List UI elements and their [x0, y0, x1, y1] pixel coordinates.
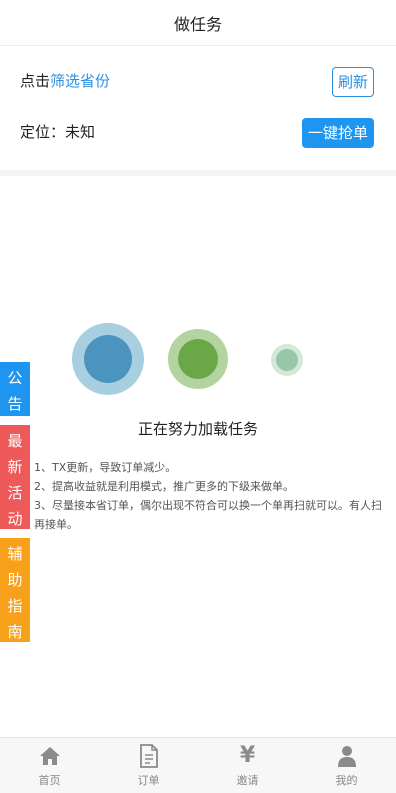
- nav-label: 邀请: [236, 774, 259, 787]
- side-tab-char: 动: [7, 510, 23, 528]
- filter-prefix-text: 点击: [20, 72, 51, 90]
- page-title: 做任务: [173, 14, 222, 34]
- side-tab-notice[interactable]: 公 告: [0, 362, 30, 416]
- loading-dot-2: [178, 339, 218, 379]
- location-value: 未知: [65, 123, 96, 141]
- select-province-link[interactable]: 筛选省份: [50, 72, 110, 90]
- nav-label: 首页: [38, 774, 61, 787]
- side-tab-char: 南: [7, 623, 23, 641]
- tips-list: 1、TX更新，导致订单减少。 2、提高收益就是利用模式，推广更多的下级来做单。 …: [34, 458, 388, 534]
- location-row: 定位：未知: [20, 121, 95, 142]
- filter-card: 点击筛选省份 刷新 定位：未知 一键抢单: [0, 46, 396, 170]
- side-tab-latest-activity[interactable]: 最 新 活 动: [0, 425, 30, 529]
- loading-animation: [0, 320, 396, 400]
- tip-item: 1、TX更新，导致订单减少。: [34, 461, 177, 474]
- user-icon: [335, 744, 359, 768]
- document-icon: [137, 744, 161, 768]
- side-tab-guide[interactable]: 辅 助 指 南: [0, 538, 30, 642]
- side-tab-char: 辅: [7, 545, 23, 563]
- nav-label: 订单: [137, 774, 160, 787]
- province-filter-row: 点击筛选省份: [20, 70, 110, 91]
- side-tab-char: 公: [7, 369, 23, 387]
- refresh-button[interactable]: 刷新: [331, 67, 374, 97]
- tip-item: 2、提高收益就是利用模式，推广更多的下级来做单。: [34, 480, 294, 493]
- loading-dot-3: [276, 349, 298, 371]
- bottom-nav: 首页 订单 ¥ 邀请 我的: [0, 737, 396, 793]
- nav-item-orders[interactable]: 订单: [99, 738, 198, 793]
- side-tab-char: 助: [7, 571, 23, 589]
- grab-order-button[interactable]: 一键抢单: [301, 118, 374, 148]
- side-tab-char: 指: [7, 597, 23, 615]
- nav-item-mine[interactable]: 我的: [297, 738, 396, 793]
- yen-icon: ¥: [239, 743, 256, 768]
- side-tab-char: 告: [7, 395, 23, 413]
- loading-text: 正在努力加载任务: [137, 420, 258, 438]
- tip-item: 3、尽量接本省订单，偶尔出现不符合可以换一个单再扫就可以。有人扫再接单。: [34, 499, 382, 531]
- side-tab-char: 新: [7, 458, 23, 476]
- nav-item-invite[interactable]: ¥ 邀请: [198, 738, 297, 793]
- nav-label: 我的: [335, 774, 358, 787]
- section-divider: [0, 170, 396, 176]
- home-icon: [38, 744, 62, 768]
- header: 做任务: [0, 0, 396, 46]
- nav-item-home[interactable]: 首页: [0, 738, 99, 793]
- loading-dot-1: [84, 335, 132, 383]
- side-tab-char: 最: [7, 432, 23, 450]
- side-tab-char: 活: [7, 484, 23, 502]
- location-label: 定位：: [20, 123, 66, 141]
